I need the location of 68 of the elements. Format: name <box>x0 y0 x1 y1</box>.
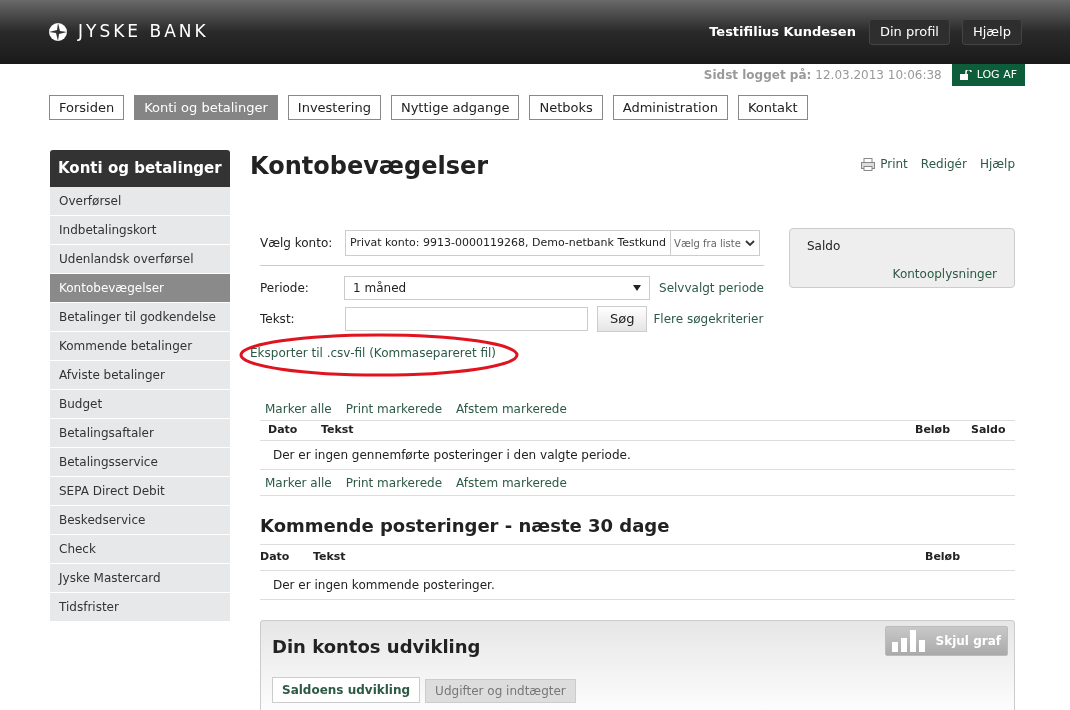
nav-tab[interactable]: Administration <box>612 95 728 120</box>
nav-tab[interactable]: Investering <box>287 95 381 120</box>
period-select[interactable]: 1 måned <box>344 276 650 300</box>
page-action-link[interactable]: Hjælp <box>979 155 1015 173</box>
page-action-link[interactable]: Redigér <box>920 155 967 173</box>
empty-message: Der er ingen kommende posteringer. <box>260 571 1015 600</box>
print-link[interactable]: Print <box>861 155 908 173</box>
selection-action-link[interactable]: Print markerede <box>345 400 443 418</box>
period-label: Periode: <box>260 280 310 297</box>
sidebar-item[interactable]: Betalinger til godkendelse <box>50 303 230 332</box>
account-label: Vælg konto: <box>260 235 334 252</box>
sidebar-item[interactable]: Check <box>50 535 230 564</box>
column-header: Beløb <box>925 549 962 566</box>
sidebar-item[interactable]: Afviste betalinger <box>50 361 230 390</box>
sidebar-item[interactable]: Beskedservice <box>50 506 230 535</box>
sidebar-item[interactable]: Udenlandsk overførsel <box>50 245 230 274</box>
account-info-link[interactable]: Kontooplysninger <box>892 265 997 283</box>
sidebar-title: Konti og betalinger <box>50 150 230 187</box>
nav-tab[interactable]: Forsiden <box>49 95 125 120</box>
selection-action-link[interactable]: Print markerede <box>345 473 443 492</box>
sidebar-item[interactable]: Budget <box>50 390 230 419</box>
sidebar-item[interactable]: Kommende betalinger <box>50 332 230 361</box>
sidebar-item[interactable]: Betalingsaftaler <box>50 419 230 448</box>
selection-action-link[interactable]: Afstem markerede <box>456 400 567 418</box>
logo-icon <box>48 22 68 42</box>
user-name: Testifilius Kundesen <box>709 23 856 42</box>
nav-tab[interactable]: Nyttige adgange <box>390 95 520 120</box>
sidebar-item[interactable]: Jyske Mastercard <box>50 564 230 593</box>
printer-icon <box>861 157 876 171</box>
account-select[interactable]: Privat konto: 9913-0000119268, Demo-netbank Testkund Vælg fra liste <box>345 230 760 256</box>
panel-title: Din kontos udvikling <box>272 635 481 659</box>
logo-text: JYSKE BANK <box>78 20 209 44</box>
column-header: Tekst <box>321 422 355 439</box>
sidebar-item[interactable]: Overførsel <box>50 187 230 216</box>
nav-tab[interactable]: Kontakt <box>737 95 808 120</box>
column-header: Beløb <box>915 422 952 439</box>
dropdown-arrow-icon <box>633 285 641 291</box>
unlock-icon <box>959 70 972 80</box>
empty-message: Der er ingen gennemførte posteringer i den valgte periode. <box>260 441 1015 470</box>
export-csv-link[interactable]: Eksporter til .csv-fil (Kommasepareret fil) <box>250 344 764 362</box>
text-input-field[interactable] <box>345 307 588 331</box>
text-label: Tekst: <box>260 311 296 328</box>
more-criteria-link[interactable]: Flere søgekriterier <box>653 310 764 328</box>
header-button[interactable]: Din profil <box>868 19 950 45</box>
sidebar-item[interactable]: Tidsfrister <box>50 593 230 622</box>
selection-action-link[interactable]: Afstem markerede <box>456 473 567 492</box>
column-header: Dato <box>267 422 299 439</box>
selection-action-link[interactable]: Marker alle <box>265 473 332 492</box>
search-button[interactable]: Søg <box>597 306 648 332</box>
sidebar-item[interactable]: Indbetalingskort <box>50 216 230 245</box>
column-header: Saldo <box>971 422 1007 439</box>
chart-tab[interactable]: Saldoens udvikling <box>272 677 421 703</box>
selection-action-link[interactable]: Marker alle <box>265 400 332 418</box>
header-button[interactable]: Hjælp <box>961 19 1022 45</box>
custom-period-link[interactable]: Selvvalgt periode <box>659 279 764 297</box>
sidebar-item[interactable]: Betalingsservice <box>50 448 230 477</box>
column-header: Dato <box>260 549 291 566</box>
nav-tab[interactable]: Konti og betalinger <box>134 95 278 120</box>
page-title: Kontobevægelser <box>250 151 489 182</box>
last-login-time: 12.03.2013 10:06:38 <box>815 67 942 84</box>
nav-tab[interactable]: Netboks <box>529 95 603 120</box>
sidebar-item[interactable]: SEPA Direct Debit <box>50 477 230 506</box>
section-title: Kommende posteringer - næste 30 dage <box>260 514 671 538</box>
column-header: Tekst <box>313 549 347 566</box>
logout-button[interactable]: LOG AF <box>951 64 1025 86</box>
chevron-down-icon <box>744 240 755 246</box>
last-login-label: Sidst logget på: <box>703 67 812 84</box>
balance-label: Saldo <box>807 238 841 255</box>
